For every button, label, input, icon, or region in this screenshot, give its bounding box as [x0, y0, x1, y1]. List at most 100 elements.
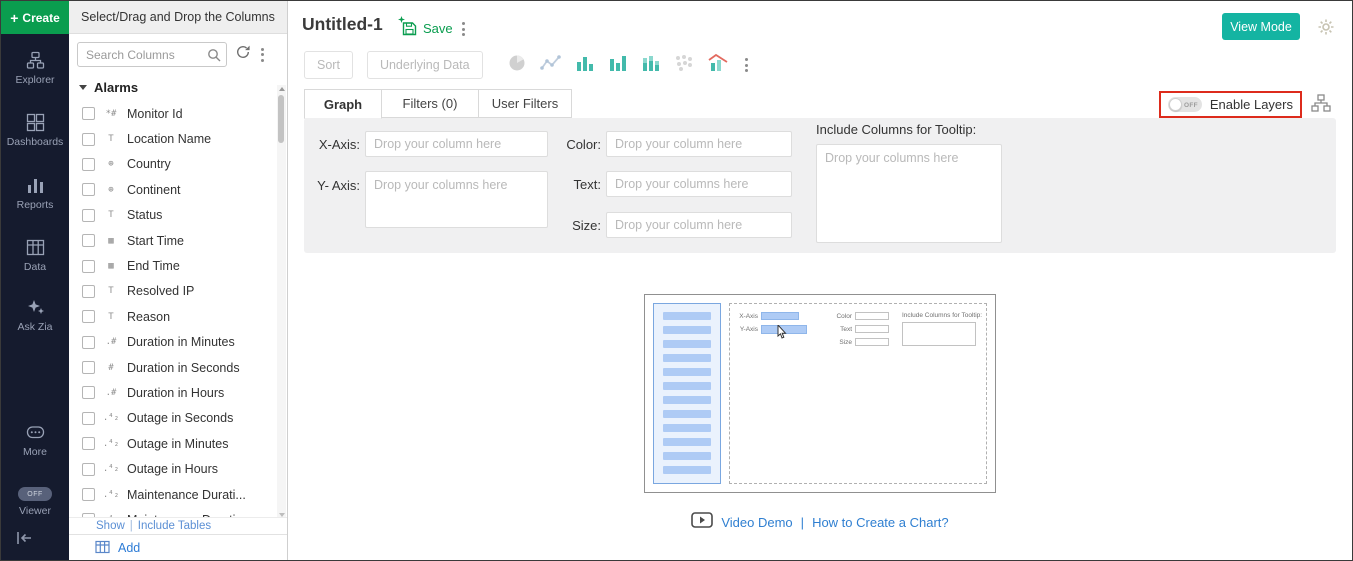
- report-title[interactable]: Untitled-1: [302, 14, 383, 35]
- column-item[interactable]: .#Duration in Hours: [69, 380, 275, 405]
- sidebar-item-dashboards[interactable]: Dashboards: [1, 113, 69, 148]
- y-axis-dropzone[interactable]: Drop your columns here: [365, 171, 548, 228]
- refresh-button[interactable]: [235, 44, 251, 65]
- column-item[interactable]: .#Duration in Minutes: [69, 330, 275, 355]
- search-columns-input[interactable]: [77, 42, 227, 67]
- tab-filters[interactable]: Filters (0): [381, 89, 479, 118]
- column-item[interactable]: TStatus: [69, 203, 275, 228]
- save-icon: [401, 20, 418, 37]
- column-item[interactable]: TReason: [69, 304, 275, 329]
- sidebar-item-data[interactable]: Data: [1, 238, 69, 273]
- column-checkbox[interactable]: [82, 488, 95, 501]
- size-dropzone[interactable]: Drop your column here: [606, 212, 792, 238]
- column-checkbox[interactable]: [82, 437, 95, 450]
- stacked-bar-icon[interactable]: [641, 53, 661, 78]
- column-checkbox[interactable]: [82, 234, 95, 247]
- text-label: Text:: [559, 177, 601, 192]
- column-item[interactable]: .⁴₂Outage in Seconds: [69, 406, 275, 431]
- sidebar-item-more[interactable]: More: [1, 423, 69, 458]
- sidebar-item-viewer[interactable]: OFF Viewer: [1, 487, 69, 517]
- column-checkbox[interactable]: [82, 310, 95, 323]
- column-checkbox[interactable]: [82, 386, 95, 399]
- column-checkbox[interactable]: [82, 209, 95, 222]
- column-checkbox[interactable]: [82, 412, 95, 425]
- save-button[interactable]: Save: [401, 20, 453, 37]
- create-label: Create: [22, 11, 59, 25]
- column-checkbox[interactable]: [82, 260, 95, 273]
- column-item[interactable]: ▦Start Time: [69, 228, 275, 253]
- column-item[interactable]: ⊕Country: [69, 152, 275, 177]
- pie-chart-icon[interactable]: [507, 53, 527, 78]
- data-table-icon: [26, 238, 45, 257]
- sidebar-item-ask-zia[interactable]: Ask Zia: [1, 298, 69, 333]
- columns-list: *#Monitor Id TLocation Name ⊕Country ⊕Co…: [69, 101, 275, 520]
- tab-graph[interactable]: Graph: [304, 89, 382, 119]
- enable-layers-toggle[interactable]: OFF: [1168, 97, 1202, 112]
- tab-user-filters[interactable]: User Filters: [478, 89, 572, 118]
- search-icon: [207, 48, 221, 67]
- video-demo-icon[interactable]: [691, 512, 713, 533]
- scrollbar-thumb[interactable]: [278, 95, 284, 143]
- column-checkbox[interactable]: [82, 361, 95, 374]
- combo-chart-icon[interactable]: [707, 53, 729, 78]
- view-mode-button[interactable]: View Mode: [1222, 13, 1300, 40]
- column-label: Resolved IP: [127, 284, 194, 298]
- illustration-dropzone-area: X-Axis Y-Axis Color Text Size Include Co…: [729, 303, 987, 484]
- graph-settings-panel: X-Axis: Drop your column here Y- Axis: D…: [304, 118, 1336, 253]
- x-axis-dropzone[interactable]: Drop your column here: [365, 131, 548, 157]
- column-label: End Time: [127, 259, 180, 273]
- toolbar-overflow-icon[interactable]: [743, 56, 750, 74]
- columns-panel-menu-icon[interactable]: [259, 46, 266, 64]
- columns-panel: Select/Drag and Drop the Columns: [69, 1, 288, 560]
- settings-button[interactable]: [1317, 18, 1335, 41]
- columns-scrollbar[interactable]: [277, 85, 286, 519]
- column-item[interactable]: .⁴₂Maintenance Durati...: [69, 482, 275, 507]
- video-demo-link[interactable]: Video Demo: [721, 515, 792, 530]
- sidebar-item-explorer[interactable]: Explorer: [1, 51, 69, 86]
- column-type-icon: ⊕: [102, 159, 120, 169]
- tooltip-dropzone[interactable]: Drop your columns here: [816, 144, 1002, 243]
- scatter-chart-icon[interactable]: [674, 53, 694, 78]
- illustration-columns-panel: [653, 303, 721, 484]
- column-item[interactable]: TResolved IP: [69, 279, 275, 304]
- bar-chart-icon[interactable]: [575, 53, 595, 78]
- add-button[interactable]: Add: [69, 534, 287, 560]
- line-chart-icon[interactable]: [540, 53, 562, 78]
- create-button[interactable]: + Create: [1, 1, 69, 34]
- unsaved-star-icon: [398, 16, 405, 23]
- column-checkbox[interactable]: [82, 285, 95, 298]
- column-item[interactable]: .⁴₂Outage in Hours: [69, 456, 275, 481]
- sidebar-item-reports[interactable]: Reports: [1, 176, 69, 211]
- table-section-alarms[interactable]: Alarms: [79, 80, 138, 95]
- column-item[interactable]: *#Monitor Id: [69, 101, 275, 126]
- column-checkbox[interactable]: [82, 463, 95, 476]
- column-type-icon: .#: [102, 337, 120, 347]
- sort-button[interactable]: Sort: [304, 51, 353, 79]
- column-checkbox[interactable]: [82, 133, 95, 146]
- help-links-row: Video Demo | How to Create a Chart?: [288, 512, 1352, 533]
- text-dropzone[interactable]: Drop your columns here: [606, 171, 792, 197]
- column-checkbox[interactable]: [82, 107, 95, 120]
- color-dropzone[interactable]: Drop your column here: [606, 131, 792, 157]
- scroll-up-icon[interactable]: [279, 87, 285, 91]
- collapse-sidebar-button[interactable]: [15, 531, 33, 550]
- title-menu-icon[interactable]: [460, 20, 467, 38]
- column-checkbox[interactable]: [82, 336, 95, 349]
- column-item[interactable]: TLocation Name: [69, 126, 275, 151]
- column-item[interactable]: ⊕Continent: [69, 177, 275, 202]
- how-to-create-chart-link[interactable]: How to Create a Chart?: [812, 515, 949, 530]
- column-item[interactable]: #Duration in Seconds: [69, 355, 275, 380]
- show-link[interactable]: Show: [96, 520, 125, 532]
- column-checkbox[interactable]: [82, 158, 95, 171]
- sidebar-item-label: Viewer: [1, 505, 69, 517]
- column-item[interactable]: ▦End Time: [69, 253, 275, 278]
- underlying-data-button[interactable]: Underlying Data: [367, 51, 483, 79]
- column-item[interactable]: .⁴₂Outage in Minutes: [69, 431, 275, 456]
- include-tables-link[interactable]: Include Tables: [138, 520, 211, 532]
- viewer-toggle[interactable]: OFF: [18, 487, 52, 501]
- column-label: Duration in Seconds: [127, 361, 240, 375]
- chart-layout-button[interactable]: [1311, 94, 1331, 117]
- column-chart-icon[interactable]: [608, 53, 628, 78]
- column-checkbox[interactable]: [82, 183, 95, 196]
- hierarchy-icon: [1311, 94, 1331, 112]
